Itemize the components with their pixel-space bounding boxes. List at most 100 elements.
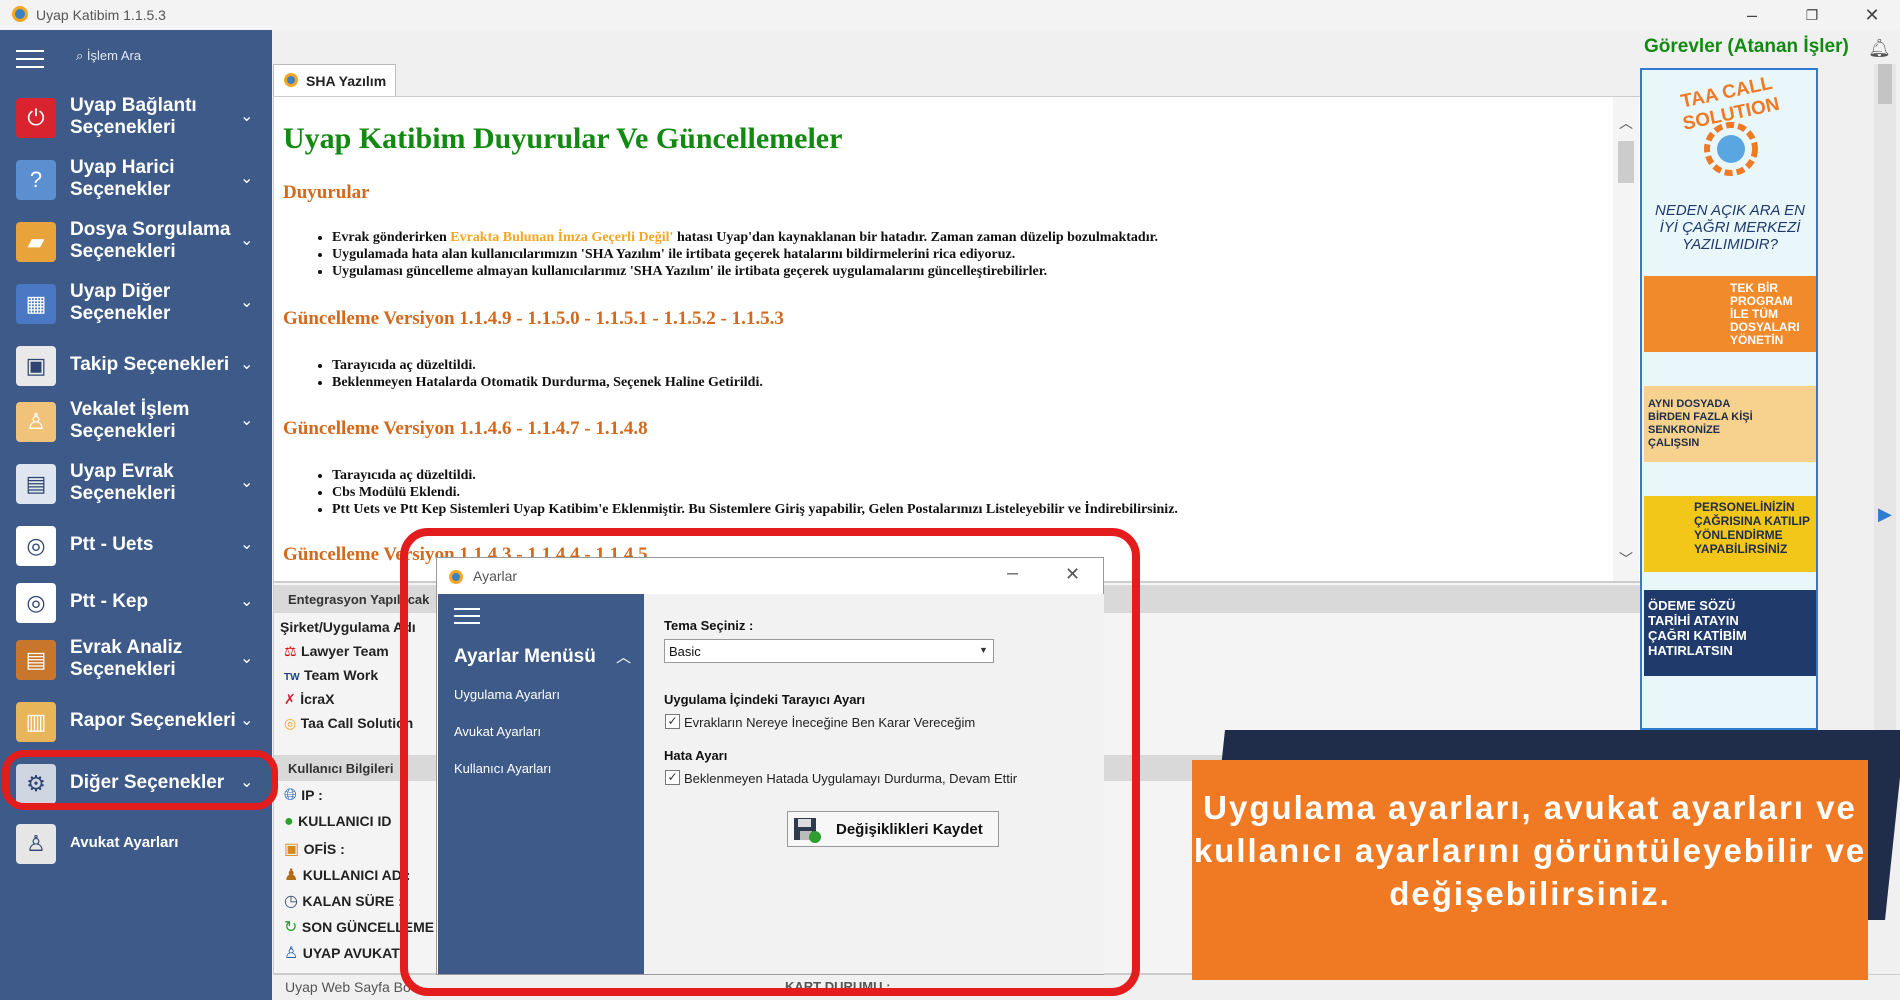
integration-column-header: Şirket/Uygulama Adı — [280, 619, 416, 635]
hamburger-menu-icon[interactable] — [16, 50, 44, 70]
chevron-down-icon[interactable]: ⌄ — [240, 534, 253, 554]
arrow-right-icon[interactable]: ▶ — [1878, 504, 1892, 525]
sidebar-item-11[interactable]: ▥ Rapor Seçenekleri ⌄ — [0, 692, 272, 750]
sidebar-item-10[interactable]: ▤ Evrak Analiz Seçenekleri ⌄ — [0, 630, 272, 688]
sidebar-item-6[interactable]: ♙ Vekalet İşlem Seçenekleri ⌄ — [0, 392, 272, 450]
teamwork-icon: TW — [284, 672, 300, 683]
restore-button[interactable]: ❐ — [1794, 2, 1830, 28]
scroll-up-icon[interactable]: ︿ — [1619, 113, 1633, 133]
chevron-down-icon[interactable]: ⌄ — [240, 710, 253, 730]
sidebar: ⌕ İşlem Ara ⏻ Uyap Bağlantı Seçenekleri ⌄?… — [0, 30, 272, 1000]
list-item[interactable]: ◎ Taa Call Solution — [284, 715, 413, 739]
sidebar-item-label: Evrak Analiz Seçenekleri — [70, 637, 183, 680]
clipboard-icon: ▥ — [16, 702, 56, 742]
sidebar-item-1[interactable]: ⏻ Uyap Bağlantı Seçenekleri ⌄ — [0, 88, 272, 146]
update1-list: Tarayıcıda aç düzeltildi. Beklenmeyen Ha… — [332, 357, 763, 391]
chevron-down-icon[interactable]: ⌄ — [240, 292, 253, 312]
update2-list: Tarayıcıda aç düzeltildi. Cbs Modülü Ekl… — [332, 467, 1178, 518]
sidebar-item-7[interactable]: ▤ Uyap Evrak Seçenekleri ⌄ — [0, 454, 272, 512]
window-title: Uyap Katibim 1.1.5.3 — [36, 7, 166, 23]
chevron-down-icon[interactable]: ⌄ — [240, 106, 253, 126]
ad-card-1: TEK BİR PROGRAM İLE TÜM DOSYALARI YÖNETİ… — [1644, 276, 1816, 352]
sidebar-item-label: Uyap Diğer Seçenekler — [70, 281, 171, 324]
sidebar-item-8[interactable]: ◎ Ptt - Uets ⌄ — [0, 516, 272, 574]
lawyer-icon: ♙ — [16, 402, 56, 442]
list-item[interactable]: TW Team Work — [284, 667, 413, 691]
vertical-scrollbar[interactable]: ︿ ﹀ — [1613, 97, 1639, 581]
sidebar-item-4[interactable]: ▦ Uyap Diğer Seçenekler ⌄ — [0, 274, 272, 332]
chevron-down-icon[interactable]: ⌄ — [240, 591, 253, 611]
web-page-status: Uyap Web Sayfa Bo — [285, 979, 411, 995]
chevron-down-icon[interactable]: ⌄ — [240, 168, 253, 188]
grid-icon: ▦ — [16, 284, 56, 324]
green-dot-icon: ● — [284, 813, 294, 830]
chevron-down-icon[interactable]: ⌄ — [240, 230, 253, 250]
title-bar: Uyap Katibim 1.1.5.3 – ❐ ✕ — [0, 0, 1900, 30]
frame-icon: ▣ — [16, 346, 56, 386]
list-item: Uygulamada hata alan kullanıcılarımızın … — [332, 246, 1158, 263]
tasks-title: Görevler (Atanan İşler) — [1644, 36, 1849, 57]
scroll-thumb[interactable] — [1878, 64, 1892, 104]
sidebar-item-5[interactable]: ▣ Takip Seçenekleri ⌄ — [0, 336, 272, 394]
scroll-down-icon[interactable]: ﹀ — [1619, 549, 1633, 569]
bell-icon[interactable]: 🔔︎ — [1868, 38, 1891, 59]
globe-icon: 🌐︎ — [284, 787, 297, 804]
sidebar-item-label: Dosya Sorgulama Seçenekleri — [70, 219, 231, 262]
sidebar-item-label: Rapor Seçenekleri — [70, 710, 236, 731]
sidebar-item-label: Ptt - Kep — [70, 591, 149, 612]
sidebar-item-9[interactable]: ◎ Ptt - Kep ⌄ — [0, 573, 272, 631]
search-icon: ⌕ — [76, 48, 84, 63]
list-item: Tarayıcıda aç düzeltildi. — [332, 357, 763, 374]
advertisement-panel[interactable]: TAA CALL SOLUTION NEDEN AÇIK ARA EN İYİ … — [1640, 68, 1818, 730]
info-banner: Uygulama ayarları, avukat ayarları ve ku… — [1192, 760, 1868, 980]
briefcase-icon: ▤ — [16, 640, 56, 680]
duyurular-list: Evrak gönderirken Evrakta Bulunan İmza G… — [332, 229, 1158, 280]
update1-heading: Güncelleme Versiyon 1.1.4.9 - 1.1.5.0 - … — [283, 308, 784, 329]
minimize-button[interactable]: – — [1734, 2, 1770, 28]
taa-call-icon: ◎ — [284, 715, 297, 731]
update2-heading: Güncelleme Versiyon 1.1.4.6 - 1.1.4.7 - … — [283, 418, 648, 439]
ptt-icon: ◎ — [16, 583, 56, 623]
chevron-down-icon[interactable]: ⌄ — [240, 648, 253, 668]
clock-icon: ◷ — [284, 893, 298, 910]
list-item: Tarayıcıda aç düzeltildi. — [332, 467, 1178, 484]
sidebar-item-label: Uyap Harici Seçenekler — [70, 157, 175, 200]
list-item: Cbs Modülü Eklendi. — [332, 484, 1178, 501]
office-icon: ▣ — [284, 841, 300, 858]
search-input[interactable]: ⌕ İşlem Ara — [76, 48, 141, 64]
sidebar-item-label: Ptt - Uets — [70, 534, 154, 555]
sidebar-item-label: Uyap Evrak Seçenekleri — [70, 461, 176, 504]
integration-list: ⚖ Lawyer Team TW Team Work ✗ İcraX ◎ Taa… — [284, 643, 413, 739]
scroll-thumb[interactable] — [1618, 141, 1634, 183]
ad-card-3: PERSONELİNİZİN ÇAĞRISINA KATILIP YÖNLEND… — [1644, 496, 1816, 572]
sidebar-item-label: Avukat Ayarları — [70, 834, 179, 851]
list-item: Beklenmeyen Hatalarda Otomatik Durdurma,… — [332, 374, 763, 391]
update-icon: ↻ — [284, 919, 298, 936]
uyap-icon: ⏻ — [16, 98, 56, 138]
duyurular-heading: Duyurular — [283, 182, 370, 203]
chevron-down-icon[interactable]: ⌄ — [240, 472, 253, 492]
tab-logo-icon — [284, 73, 298, 87]
list-item[interactable]: ⚖ Lawyer Team — [284, 643, 413, 667]
sidebar-item-label: Uyap Bağlantı Seçenekleri — [70, 95, 197, 138]
document-icon: ▤ — [16, 464, 56, 504]
sidebar-item-label: Takip Seçenekleri — [70, 354, 230, 375]
highlight-frame-diger-secenekler — [2, 750, 278, 810]
chevron-down-icon[interactable]: ⌄ — [240, 354, 253, 374]
right-scrollbar[interactable] — [1874, 64, 1896, 774]
ad-tagline: NEDEN AÇIK ARA EN İYİ ÇAĞRI MERKEZİ YAZI… — [1654, 202, 1806, 253]
close-button[interactable]: ✕ — [1854, 2, 1890, 28]
sidebar-item-2[interactable]: ? Uyap Harici Seçenekler ⌄ — [0, 150, 272, 208]
list-item: Ptt Uets ve Ptt Kep Sistemleri Uyap Kati… — [332, 501, 1178, 518]
user-icon: ♟ — [284, 867, 299, 884]
lawyer-team-icon: ⚖ — [284, 643, 297, 659]
sidebar-item-13[interactable]: ♙ Avukat Ayarları — [0, 814, 272, 872]
chevron-down-icon[interactable]: ⌄ — [240, 410, 253, 430]
list-item[interactable]: ✗ İcraX — [284, 691, 413, 715]
list-item: Uygulaması güncelleme almayan kullanıcıl… — [332, 263, 1158, 280]
tab-sha-yazilim[interactable]: SHA Yazılım — [273, 64, 396, 96]
folder-icon: ▰ — [16, 222, 56, 262]
sidebar-item-3[interactable]: ▰ Dosya Sorgulama Seçenekleri ⌄ — [0, 212, 272, 270]
ad-card-2: AYNI DOSYADA BİRDEN FAZLA KİŞİ SENKRONİZ… — [1644, 386, 1816, 462]
app-logo-icon — [12, 6, 28, 22]
